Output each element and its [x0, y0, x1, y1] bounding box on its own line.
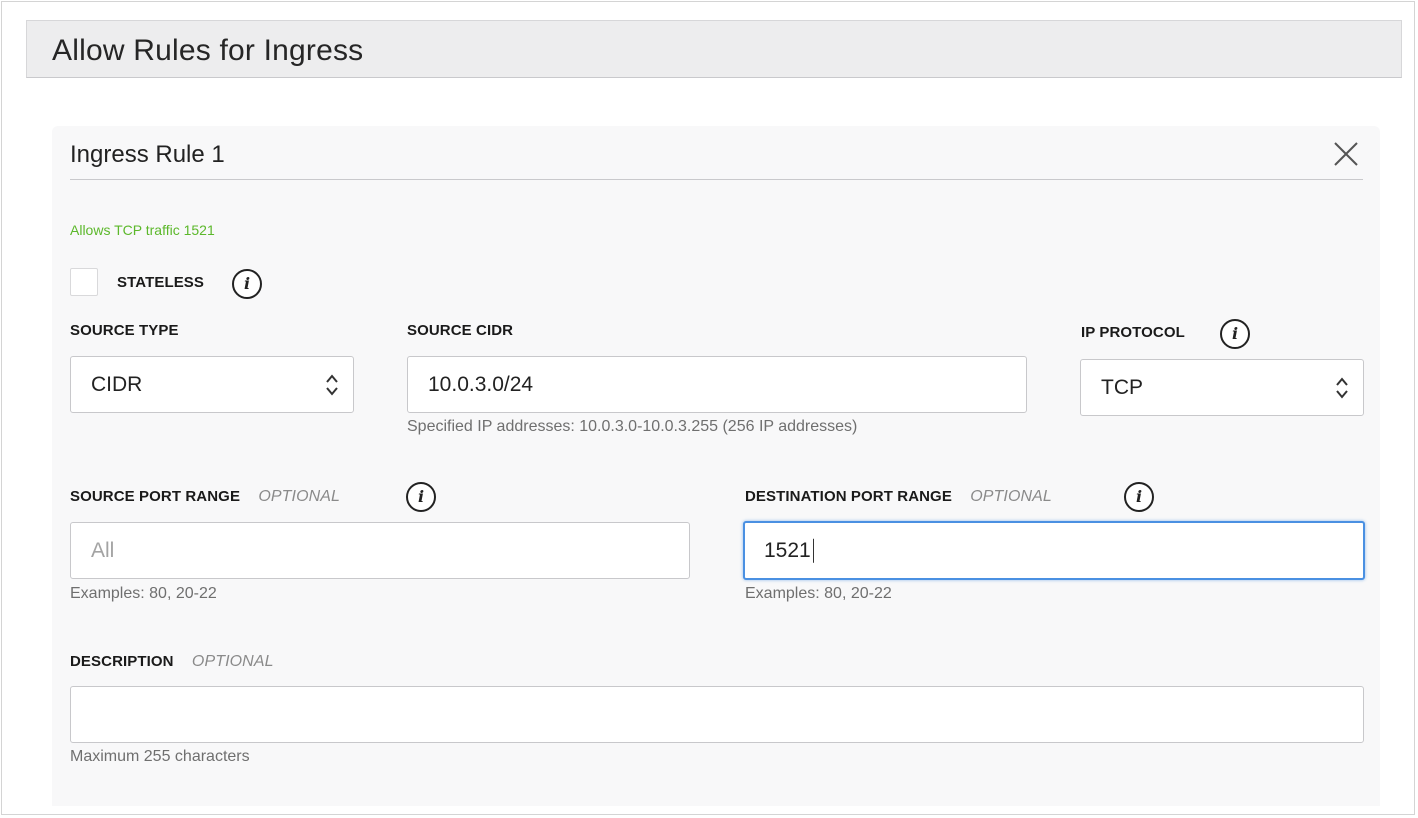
- optional-tag: OPTIONAL: [970, 488, 1052, 505]
- source-port-placeholder: All: [91, 538, 115, 562]
- description-hint: Maximum 255 characters: [70, 748, 250, 765]
- destination-port-value: 1521: [764, 538, 811, 562]
- source-cidr-label: SOURCE CIDR: [407, 322, 514, 339]
- destination-port-value-wrap: 1521: [764, 538, 814, 563]
- text-caret: [812, 538, 814, 563]
- destination-port-hint: Examples: 80, 20-22: [745, 585, 892, 602]
- source-type-label: SOURCE TYPE: [70, 322, 179, 339]
- source-type-select[interactable]: CIDR: [70, 356, 354, 413]
- info-icon[interactable]: i: [406, 482, 436, 512]
- stateless-checkbox[interactable]: [70, 268, 98, 296]
- ip-protocol-label: IP PROTOCOL: [1081, 324, 1185, 341]
- rule-status-text: Allows TCP traffic 1521: [70, 222, 215, 238]
- close-icon[interactable]: [1330, 138, 1362, 170]
- rule-title: Ingress Rule 1: [70, 141, 225, 168]
- select-arrows-icon: [1335, 375, 1349, 401]
- info-icon[interactable]: i: [232, 269, 262, 299]
- source-port-label-text: SOURCE PORT RANGE: [70, 488, 241, 505]
- destination-port-input[interactable]: 1521: [743, 521, 1365, 580]
- destination-port-label-text: DESTINATION PORT RANGE: [745, 488, 952, 505]
- info-icon[interactable]: i: [1124, 482, 1154, 512]
- window-frame: Allow Rules for Ingress Ingress Rule 1 A…: [1, 1, 1415, 815]
- optional-tag: OPTIONAL: [191, 653, 274, 670]
- description-label: DESCRIPTION OPTIONAL: [70, 653, 274, 671]
- ingress-rule-panel: Ingress Rule 1 Allows TCP traffic 1521 S…: [52, 126, 1380, 806]
- source-type-value: CIDR: [91, 372, 143, 396]
- source-cidr-input[interactable]: 10.0.3.0/24: [407, 356, 1027, 413]
- source-port-hint: Examples: 80, 20-22: [70, 585, 217, 602]
- optional-tag: OPTIONAL: [258, 488, 341, 505]
- divider: [70, 179, 1363, 180]
- description-input[interactable]: [70, 686, 1364, 743]
- source-cidr-hint: Specified IP addresses: 10.0.3.0-10.0.3.…: [407, 418, 858, 435]
- source-cidr-value: 10.0.3.0/24: [428, 372, 534, 396]
- section-header: Allow Rules for Ingress: [26, 20, 1402, 78]
- info-icon[interactable]: i: [1220, 319, 1250, 349]
- source-port-input[interactable]: All: [70, 522, 690, 579]
- source-port-label: SOURCE PORT RANGE OPTIONAL: [70, 488, 340, 506]
- ip-protocol-value: TCP: [1101, 375, 1143, 399]
- ip-protocol-select[interactable]: TCP: [1080, 359, 1364, 416]
- destination-port-label: DESTINATION PORT RANGE OPTIONAL: [745, 488, 1052, 506]
- page-title: Allow Rules for Ingress: [52, 34, 364, 67]
- stateless-label: STATELESS: [117, 274, 205, 291]
- select-arrows-icon: [325, 372, 339, 398]
- description-label-text: DESCRIPTION: [70, 653, 174, 670]
